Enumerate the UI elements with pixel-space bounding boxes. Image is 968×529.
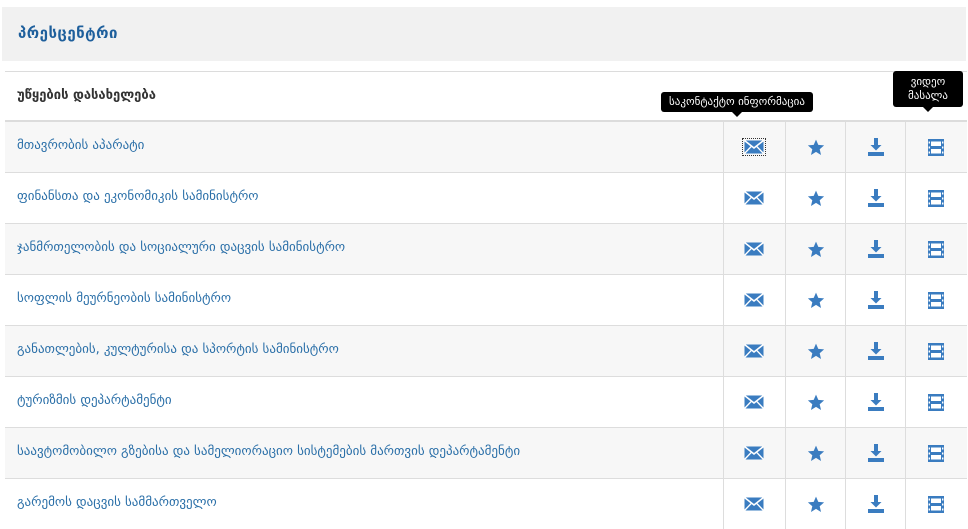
video-button[interactable] [905,326,966,376]
table-row: საავტომობილო გზებისა და სამელიორაციო სის… [5,428,967,479]
download-button[interactable] [845,377,906,427]
table-body: მთავრობის აპარატი ფინანსთა და ეკონომიკის … [5,122,967,529]
table-row: ფინანსთა და ეკონომიკის სამინისტრო [5,173,967,224]
download-icon [868,393,884,411]
contact-info-button[interactable] [723,377,784,427]
download-button[interactable] [845,428,906,478]
download-button[interactable] [845,479,906,529]
table-header: უწყების დასახელება [5,72,967,122]
star-icon [807,190,825,207]
video-button[interactable] [905,224,966,274]
download-icon [868,495,884,513]
envelope-icon [744,446,764,460]
video-button[interactable] [905,377,966,427]
envelope-icon [744,344,764,358]
envelope-icon [744,242,764,256]
agencies-table: უწყების დასახელება მთავრობის აპარატი ფინა… [5,71,967,529]
star-icon [807,139,825,156]
section-header: პრესცენტრი [2,7,966,61]
agency-name-link[interactable]: ტურიზმის დეპარტამენტი [17,393,172,408]
film-icon [928,393,944,411]
video-button[interactable] [905,428,966,478]
favorite-button[interactable] [785,377,846,427]
table-row: მთავრობის აპარატი [5,122,967,173]
download-button[interactable] [845,122,906,172]
video-button[interactable] [905,275,966,325]
table-row: გარემოს დაცვის სამმართველო [5,479,967,529]
contact-info-button[interactable] [723,122,784,172]
contact-info-button[interactable] [723,428,784,478]
table-row: ტურიზმის დეპარტამენტი [5,377,967,428]
favorite-button[interactable] [785,326,846,376]
download-button[interactable] [845,326,906,376]
star-icon [807,343,825,360]
download-icon [868,291,884,309]
video-button[interactable] [905,122,966,172]
download-icon [868,444,884,462]
agency-name-link[interactable]: ფინანსთა და ეკონომიკის სამინისტრო [17,189,259,204]
contact-info-button[interactable] [723,479,784,529]
film-icon [928,444,944,462]
table-row: განათლების, კულტურისა და სპორტის სამინის… [5,326,967,377]
video-material-tooltip: ვიდეო მასალა [893,71,963,112]
favorite-button[interactable] [785,122,846,172]
download-button[interactable] [845,173,906,223]
download-icon [868,240,884,258]
agency-name-link[interactable]: ჯანმრთელობის და სოციალური დაცვის სამინის… [17,240,345,255]
contact-info-button[interactable] [723,224,784,274]
download-icon [868,342,884,360]
table-row: სოფლის მეურნეობის სამინისტრო [5,275,967,326]
film-icon [928,495,944,513]
table-row: ჯანმრთელობის და სოციალური დაცვის სამინის… [5,224,967,275]
favorite-button[interactable] [785,428,846,478]
envelope-icon [744,497,764,511]
favorite-button[interactable] [785,479,846,529]
agency-name-link[interactable]: განათლების, კულტურისა და სპორტის სამინის… [17,342,339,357]
envelope-icon [744,293,764,307]
agency-name-link[interactable]: სოფლის მეურნეობის სამინისტრო [17,291,231,306]
download-icon [868,189,884,207]
favorite-button[interactable] [785,173,846,223]
video-button[interactable] [905,479,966,529]
download-button[interactable] [845,224,906,274]
envelope-icon [744,395,764,409]
film-icon [928,240,944,258]
favorite-button[interactable] [785,275,846,325]
film-icon [928,342,944,360]
video-button[interactable] [905,173,966,223]
agency-name-link[interactable]: გარემოს დაცვის სამმართველო [17,495,217,510]
download-button[interactable] [845,275,906,325]
page-title: პრესცენტრი [18,24,118,42]
column-header-agency-name: უწყების დასახელება [17,88,156,103]
star-icon [807,394,825,411]
star-icon [807,241,825,258]
envelope-icon [742,138,766,156]
star-icon [807,445,825,462]
press-center-page: პრესცენტრი უწყების დასახელება მთავრობის … [0,0,968,529]
contact-info-button[interactable] [723,326,784,376]
favorite-button[interactable] [785,224,846,274]
contact-info-button[interactable] [723,173,784,223]
envelope-icon [744,191,764,205]
download-icon [868,138,884,156]
contact-info-tooltip: საკონტაქტო ინფორმაცია [661,92,813,117]
star-icon [807,496,825,513]
agency-name-link[interactable]: საავტომობილო გზებისა და სამელიორაციო სის… [17,444,520,459]
film-icon [928,138,944,156]
film-icon [928,291,944,309]
agency-name-link[interactable]: მთავრობის აპარატი [17,138,144,153]
star-icon [807,292,825,309]
contact-info-button[interactable] [723,275,784,325]
film-icon [928,189,944,207]
